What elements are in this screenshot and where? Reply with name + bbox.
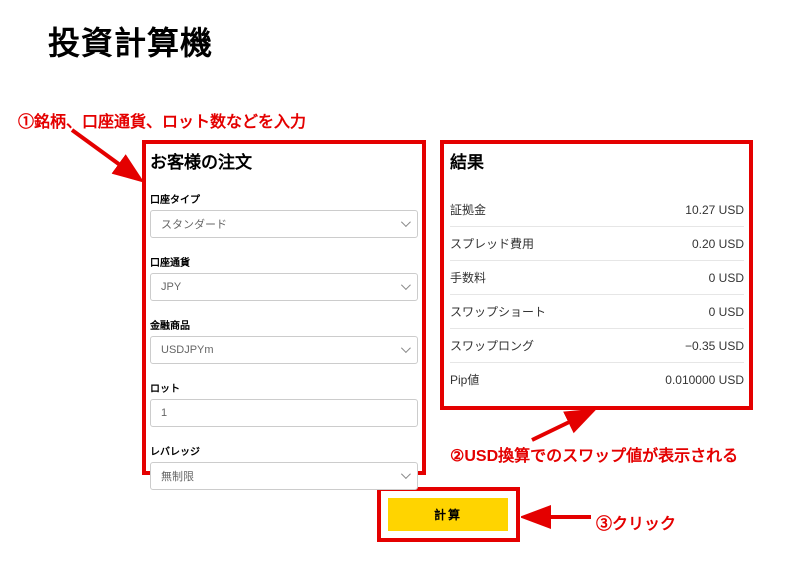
- result-value: 0 USD: [709, 305, 744, 319]
- result-value: −0.35 USD: [685, 339, 744, 353]
- annotation-step-1: ①銘柄、口座通貨、ロット数などを入力: [18, 108, 306, 132]
- result-label: スプレッド費用: [450, 235, 534, 252]
- result-row: スワップショート 0 USD: [450, 295, 744, 329]
- calculate-button[interactable]: 計算: [388, 498, 508, 531]
- result-label: 手数料: [450, 269, 486, 286]
- select-account-type[interactable]: スタンダード: [150, 210, 418, 238]
- arrow-annotation-2: [524, 408, 614, 448]
- input-lot[interactable]: 1: [150, 399, 418, 427]
- label-instrument: 金融商品: [150, 317, 418, 332]
- select-leverage-value: 無制限: [161, 468, 194, 484]
- select-leverage[interactable]: 無制限: [150, 462, 418, 490]
- field-instrument: 金融商品 USDJPYm: [150, 317, 418, 364]
- label-lot: ロット: [150, 380, 418, 395]
- arrow-annotation-3: [521, 504, 601, 534]
- field-leverage: レバレッジ 無制限: [150, 443, 418, 490]
- order-form-heading: お客様の注文: [150, 148, 418, 173]
- field-account-type: 口座タイプ スタンダード: [150, 191, 418, 238]
- result-value: 0.20 USD: [692, 237, 744, 251]
- result-value: 0 USD: [709, 271, 744, 285]
- input-lot-value: 1: [161, 407, 167, 419]
- select-instrument[interactable]: USDJPYm: [150, 336, 418, 364]
- results-panel: 結果 証拠金10.27 USDスプレッド費用0.20 USD手数料0 USDスワ…: [450, 148, 744, 396]
- result-label: スワップショート: [450, 303, 546, 320]
- result-value: 10.27 USD: [685, 203, 744, 217]
- annotation-step-3: ③クリック: [596, 510, 676, 534]
- select-account-currency[interactable]: JPY: [150, 273, 418, 301]
- chevron-down-icon: [401, 220, 409, 228]
- chevron-down-icon: [401, 472, 409, 480]
- field-account-currency: 口座通貨 JPY: [150, 254, 418, 301]
- select-instrument-value: USDJPYm: [161, 344, 214, 356]
- result-row: スワップロング −0.35 USD: [450, 329, 744, 363]
- result-row: 手数料 0 USD: [450, 261, 744, 295]
- result-row: 証拠金 10.27 USD: [450, 193, 744, 227]
- order-form-panel: お客様の注文 口座タイプ スタンダード 口座通貨 JPY 金融商品 USDJPY…: [150, 148, 418, 506]
- label-account-type: 口座タイプ: [150, 191, 418, 206]
- result-label: Pip値: [450, 371, 479, 388]
- chevron-down-icon: [401, 346, 409, 354]
- field-lot: ロット 1: [150, 380, 418, 427]
- result-value: 0.010000 USD: [665, 373, 744, 387]
- result-label: スワップロング: [450, 337, 534, 354]
- label-account-currency: 口座通貨: [150, 254, 418, 269]
- result-row: Pip値 0.010000 USD: [450, 363, 744, 396]
- results-heading: 結果: [450, 148, 744, 173]
- result-row: スプレッド費用 0.20 USD: [450, 227, 744, 261]
- result-label: 証拠金: [450, 201, 486, 218]
- select-account-currency-value: JPY: [161, 281, 181, 293]
- arrow-annotation-1: [64, 124, 154, 204]
- label-leverage: レバレッジ: [150, 443, 418, 458]
- chevron-down-icon: [401, 283, 409, 291]
- select-account-type-value: スタンダード: [161, 216, 227, 232]
- page-title: 投資計算機: [48, 18, 213, 64]
